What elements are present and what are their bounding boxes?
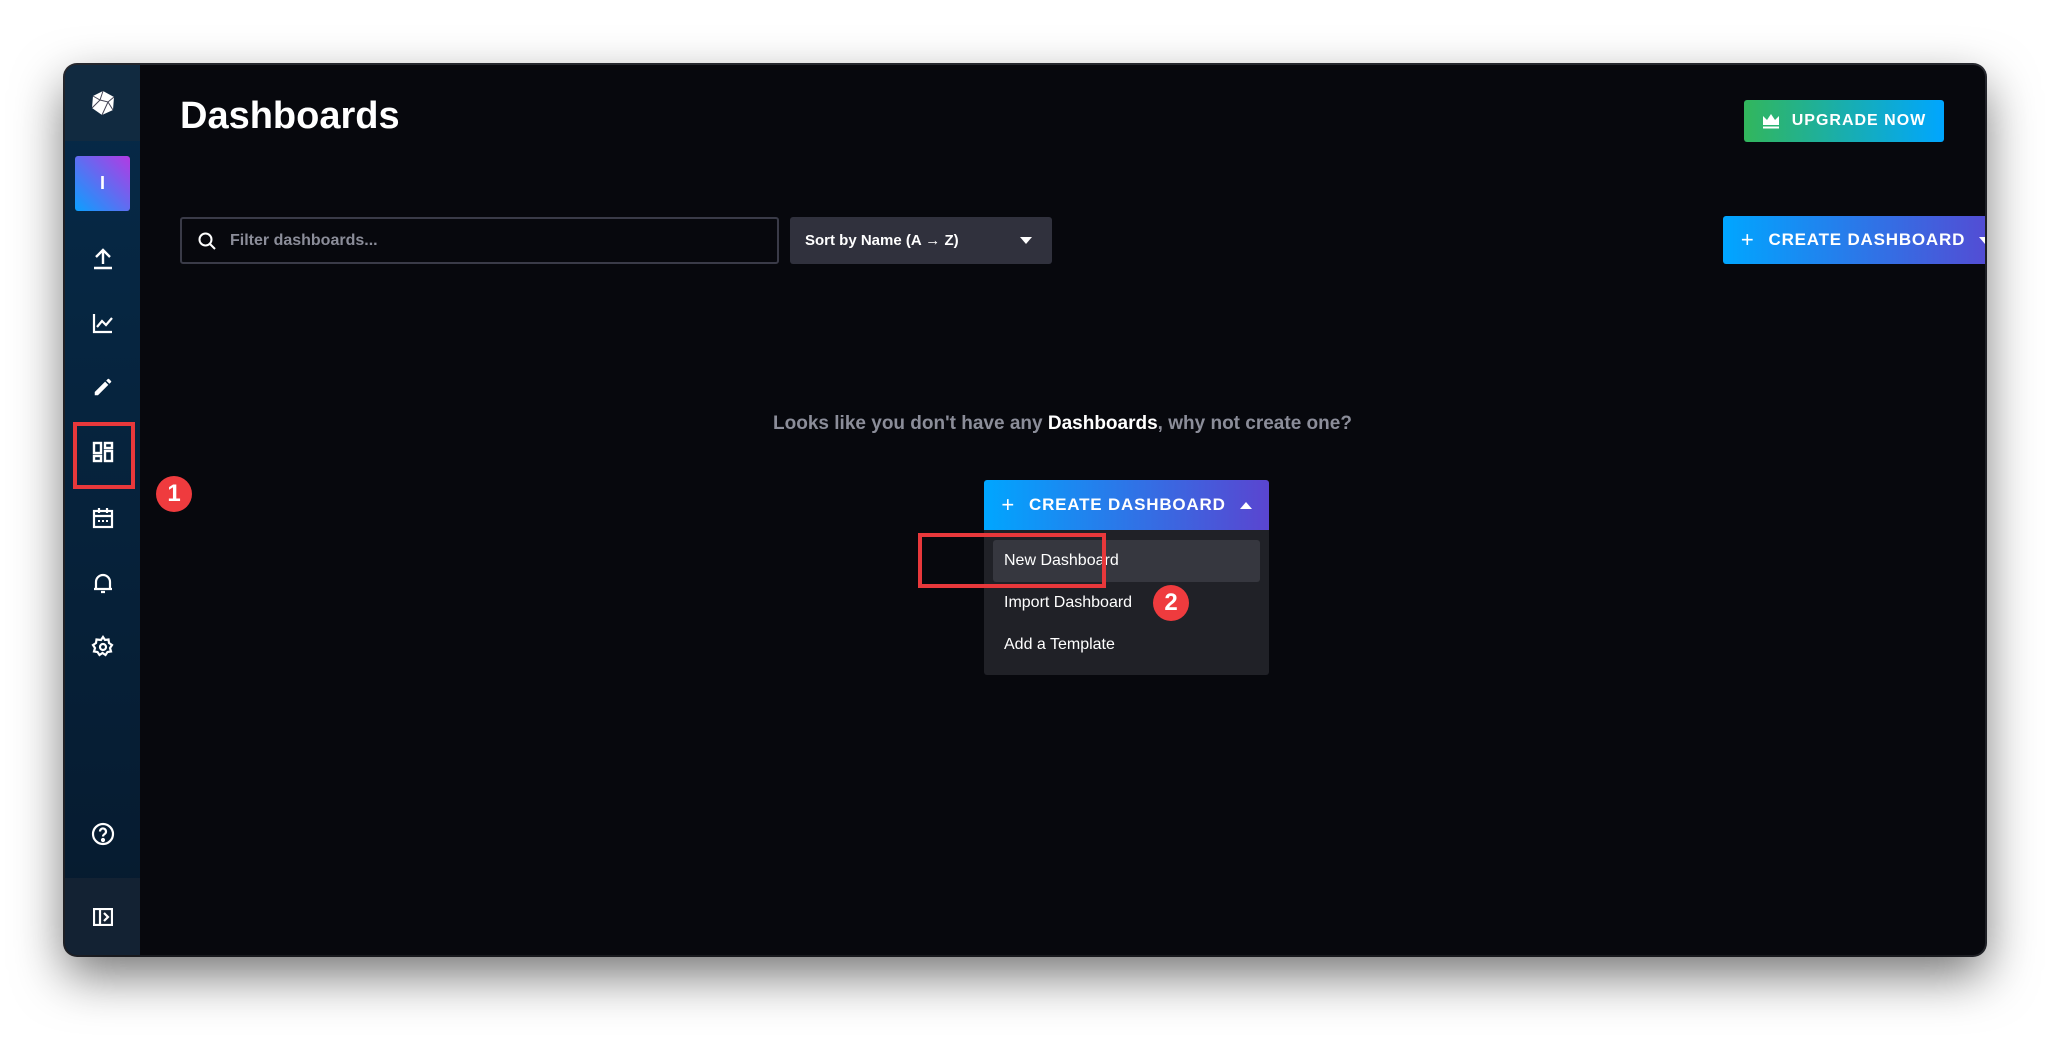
- pencil-icon[interactable]: [65, 367, 140, 407]
- plus-icon: +: [1740, 227, 1755, 252]
- sort-label: Sort by Name (A → Z): [805, 232, 959, 249]
- empty-create-dashboard-button[interactable]: + CREATE DASHBOARD: [984, 480, 1269, 530]
- create-dashboard-button[interactable]: + CREATE DASHBOARD: [1723, 216, 1985, 264]
- bell-icon[interactable]: [65, 563, 140, 603]
- upgrade-label: UPGRADE NOW: [1791, 112, 1927, 129]
- crown-icon: [1762, 114, 1779, 129]
- caret-down-icon: [1020, 237, 1032, 244]
- filter-search[interactable]: [180, 217, 779, 264]
- expand-sidebar-icon[interactable]: [65, 878, 140, 955]
- filter-dashboards-input[interactable]: [230, 231, 730, 250]
- highlight-box-step-2: [918, 533, 1106, 588]
- sort-dropdown[interactable]: Sort by Name (A → Z): [790, 217, 1052, 264]
- help-icon[interactable]: [65, 814, 140, 854]
- search-icon: [198, 232, 216, 250]
- create-dashboard-label: CREATE DASHBOARD: [1768, 230, 1966, 249]
- chart-icon[interactable]: [65, 303, 140, 343]
- avatar[interactable]: I: [75, 156, 130, 211]
- empty-state-message: Looks like you don't have any Dashboards…: [773, 413, 1352, 434]
- upload-icon[interactable]: [65, 238, 140, 278]
- upgrade-now-button[interactable]: UPGRADE NOW: [1744, 100, 1944, 142]
- logo-icon[interactable]: [65, 65, 140, 141]
- step-badge-2: 2: [1153, 585, 1189, 621]
- main-content: Dashboards UPGRADE NOW Sort by Name (A →…: [140, 65, 1985, 955]
- caret-down-icon: [1979, 236, 1985, 244]
- menu-item-import-dashboard[interactable]: Import Dashboard: [993, 582, 1260, 624]
- highlight-box-step-1: [73, 422, 135, 489]
- create-dashboard-label: CREATE DASHBOARD: [1029, 495, 1226, 514]
- sidebar: I: [65, 65, 140, 955]
- step-badge-1: 1: [156, 476, 192, 512]
- calendar-icon[interactable]: [65, 498, 140, 538]
- app-window: I Dashboards UPGRADE NOW Sort by Name (A…: [65, 65, 1985, 955]
- page-title: Dashboards: [180, 95, 400, 137]
- caret-up-icon: [1239, 501, 1252, 509]
- gear-icon[interactable]: [65, 627, 140, 667]
- menu-item-add-template[interactable]: Add a Template: [993, 624, 1260, 666]
- plus-icon: +: [1001, 492, 1015, 517]
